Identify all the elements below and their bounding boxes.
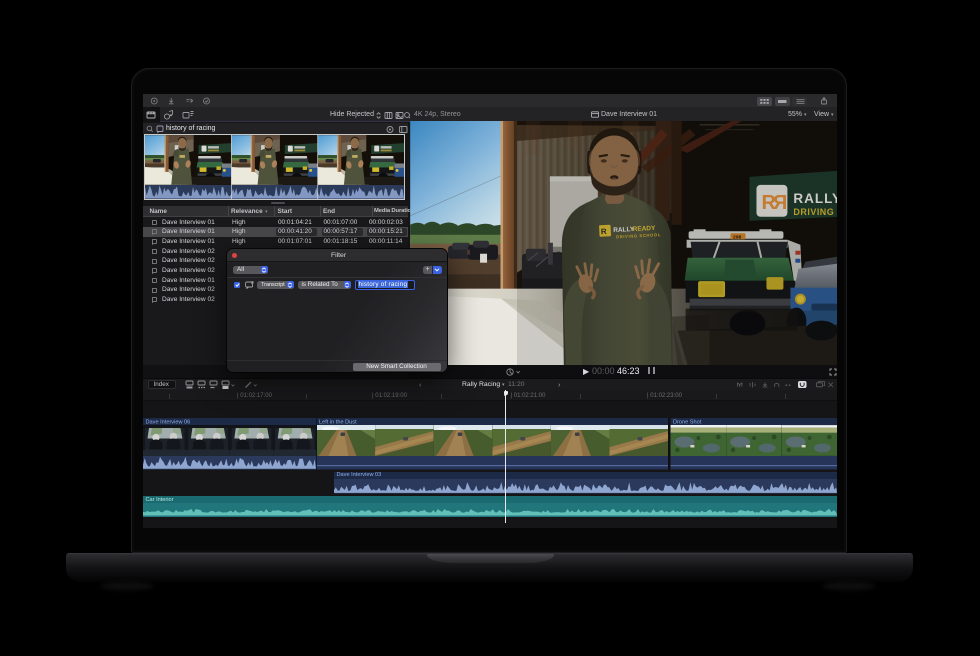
svg-text:Left in the Dust: Left in the Dust xyxy=(319,419,357,425)
svg-text:Drone Shot: Drone Shot xyxy=(673,419,702,425)
svg-text:Dave Interview 06: Dave Interview 06 xyxy=(146,419,191,425)
